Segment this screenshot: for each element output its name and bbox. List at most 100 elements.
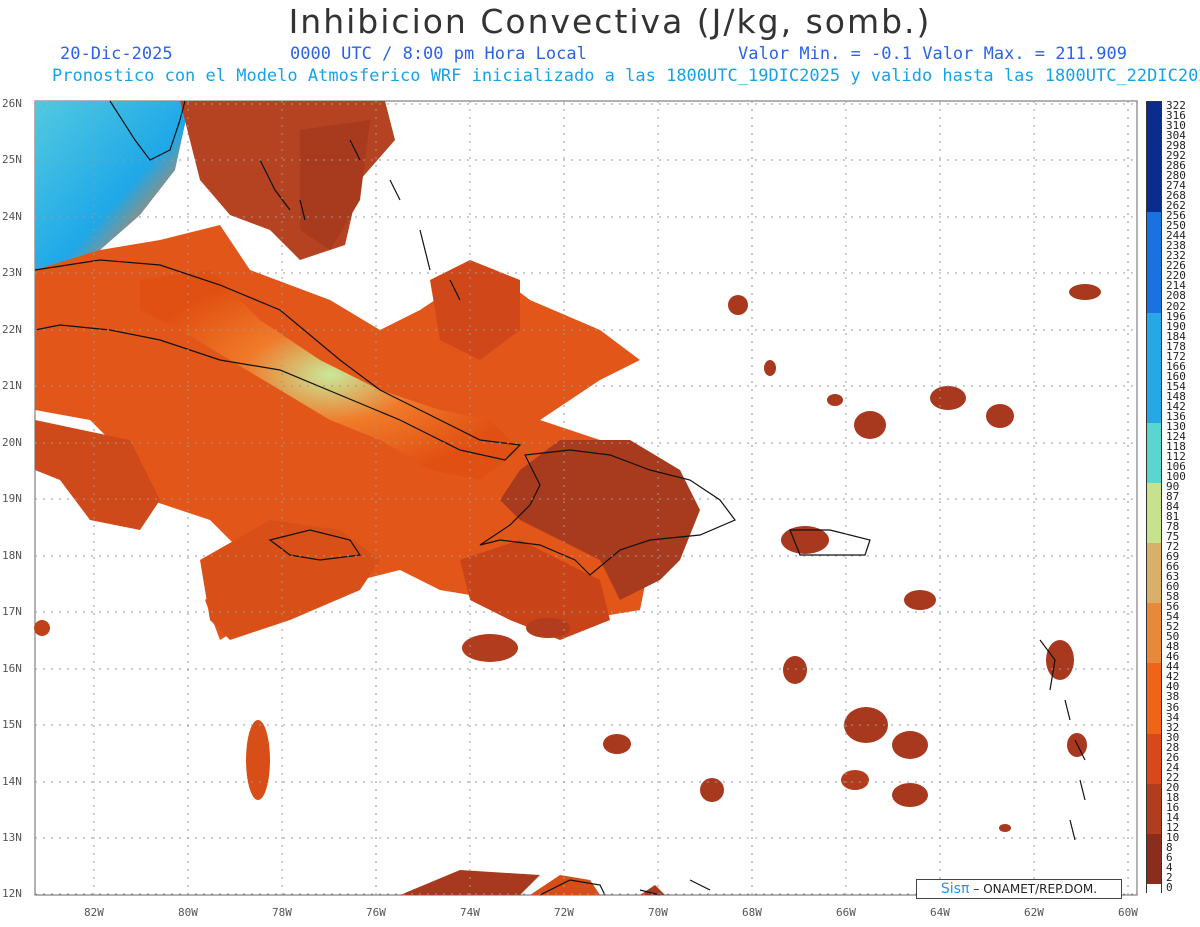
- colorbar-swatch: [1147, 142, 1161, 153]
- lat-label: 19N: [2, 492, 22, 505]
- colorbar-swatch: [1147, 843, 1161, 855]
- colorbar-swatch: [1147, 452, 1161, 464]
- colorbar-swatch: [1147, 402, 1161, 414]
- lat-label: 26N: [2, 97, 22, 110]
- colorbar-swatch: [1147, 823, 1161, 835]
- colorbar-swatch: [1147, 583, 1161, 594]
- lat-label: 14N: [2, 775, 22, 788]
- lon-label: 76W: [366, 906, 386, 919]
- blob-sw: [34, 620, 50, 636]
- lat-label: 13N: [2, 831, 22, 844]
- lon-label: 74W: [460, 906, 480, 919]
- colorbar-swatch: [1147, 793, 1161, 805]
- colorbar-swatch: [1147, 102, 1161, 113]
- blob-6: [844, 707, 888, 743]
- lon-label: 68W: [742, 906, 762, 919]
- blob-11: [854, 411, 886, 439]
- colorbar-swatch: [1147, 503, 1161, 514]
- blob-5: [783, 656, 807, 684]
- colorbar-swatch: [1147, 482, 1161, 494]
- cin-map: [34, 100, 1138, 896]
- colorbar-swatch: [1147, 202, 1161, 213]
- lon-label: 64W: [930, 906, 950, 919]
- lat-label: 21N: [2, 379, 22, 392]
- colorbar-swatch: [1147, 733, 1161, 745]
- colorbar-swatch: [1147, 613, 1161, 624]
- blob-19: [764, 360, 776, 376]
- colorbar: [1146, 101, 1162, 895]
- lon-label: 66W: [836, 906, 856, 919]
- lat-label: 20N: [2, 436, 22, 449]
- lat-label: 16N: [2, 662, 22, 675]
- colorbar-swatch: [1147, 553, 1161, 564]
- lat-label: 15N: [2, 718, 22, 731]
- lat-label: 25N: [2, 153, 22, 166]
- colorbar-swatch: [1147, 783, 1161, 795]
- colorbar-swatch: [1147, 703, 1161, 715]
- colorbar-swatch: [1147, 442, 1161, 454]
- colorbar-swatch: [1147, 853, 1161, 865]
- colorbar-swatch: [1147, 302, 1161, 314]
- blob-3: [603, 734, 631, 754]
- colorbar-swatch: [1147, 192, 1161, 203]
- colorbar-swatch: [1147, 282, 1161, 293]
- colorbar-swatch: [1147, 292, 1161, 303]
- colorbar-swatch: [1147, 623, 1161, 634]
- blob-16: [1046, 640, 1074, 680]
- colorbar-swatch: [1147, 132, 1161, 143]
- credit-text: – ONAMET/REP.DOM.: [973, 882, 1098, 896]
- blob-10: [904, 590, 936, 610]
- colorbar-swatch: [1147, 773, 1161, 785]
- blob-8: [892, 783, 928, 807]
- colorbar-swatch: [1147, 863, 1161, 875]
- colorbar-swatch: [1147, 563, 1161, 574]
- lat-label: 23N: [2, 266, 22, 279]
- colorbar-swatch: [1147, 673, 1161, 684]
- colorbar-swatch: [1147, 122, 1161, 133]
- colorbar-swatch: [1147, 753, 1161, 765]
- lon-label: 82W: [84, 906, 104, 919]
- colorbar-swatch: [1147, 593, 1161, 604]
- colorbar-swatch: [1147, 533, 1161, 544]
- colorbar-swatch: [1147, 513, 1161, 524]
- lat-label: 18N: [2, 549, 22, 562]
- colorbar-swatch: [1147, 462, 1161, 474]
- colorbar-swatch: [1147, 422, 1161, 434]
- lon-label: 80W: [178, 906, 198, 919]
- lat-label: 12N: [2, 887, 22, 900]
- colorbar-swatch: [1147, 723, 1161, 735]
- colorbar-swatch: [1147, 643, 1161, 654]
- colorbar-swatch: [1147, 112, 1161, 123]
- colorbar-swatch: [1147, 803, 1161, 815]
- blob-18: [728, 295, 748, 315]
- colorbar-swatch: [1147, 252, 1161, 263]
- colorbar-swatch: [1147, 322, 1161, 334]
- colorbar-swatch: [1147, 432, 1161, 444]
- lat-label: 24N: [2, 210, 22, 223]
- colorbar-swatch: [1147, 412, 1161, 424]
- colorbar-swatch: [1147, 312, 1161, 324]
- lon-label: 60W: [1118, 906, 1138, 919]
- colorbar-swatch: [1147, 392, 1161, 404]
- colorbar-swatch: [1147, 523, 1161, 534]
- colorbar-tick-label: 0: [1166, 880, 1173, 894]
- colorbar-swatch: [1147, 182, 1161, 193]
- blob-2: [526, 618, 570, 638]
- colorbar-swatch: [1147, 873, 1161, 885]
- colorbar-swatch: [1147, 222, 1161, 233]
- colorbar-swatch: [1147, 763, 1161, 775]
- blob-9: [841, 770, 869, 790]
- colorbar-swatch: [1147, 352, 1161, 364]
- colorbar-swatch: [1147, 342, 1161, 354]
- blob-20: [827, 394, 843, 406]
- colorbar-swatch: [1147, 162, 1161, 173]
- colorbar-swatch: [1147, 152, 1161, 163]
- colorbar-swatch: [1147, 633, 1161, 644]
- colorbar-swatch: [1147, 382, 1161, 394]
- colorbar-swatch: [1147, 272, 1161, 283]
- blob-4: [700, 778, 724, 802]
- colorbar-swatch: [1147, 663, 1161, 674]
- blob-cayman: [246, 720, 270, 800]
- colorbar-swatch: [1147, 212, 1161, 223]
- lon-label: 70W: [648, 906, 668, 919]
